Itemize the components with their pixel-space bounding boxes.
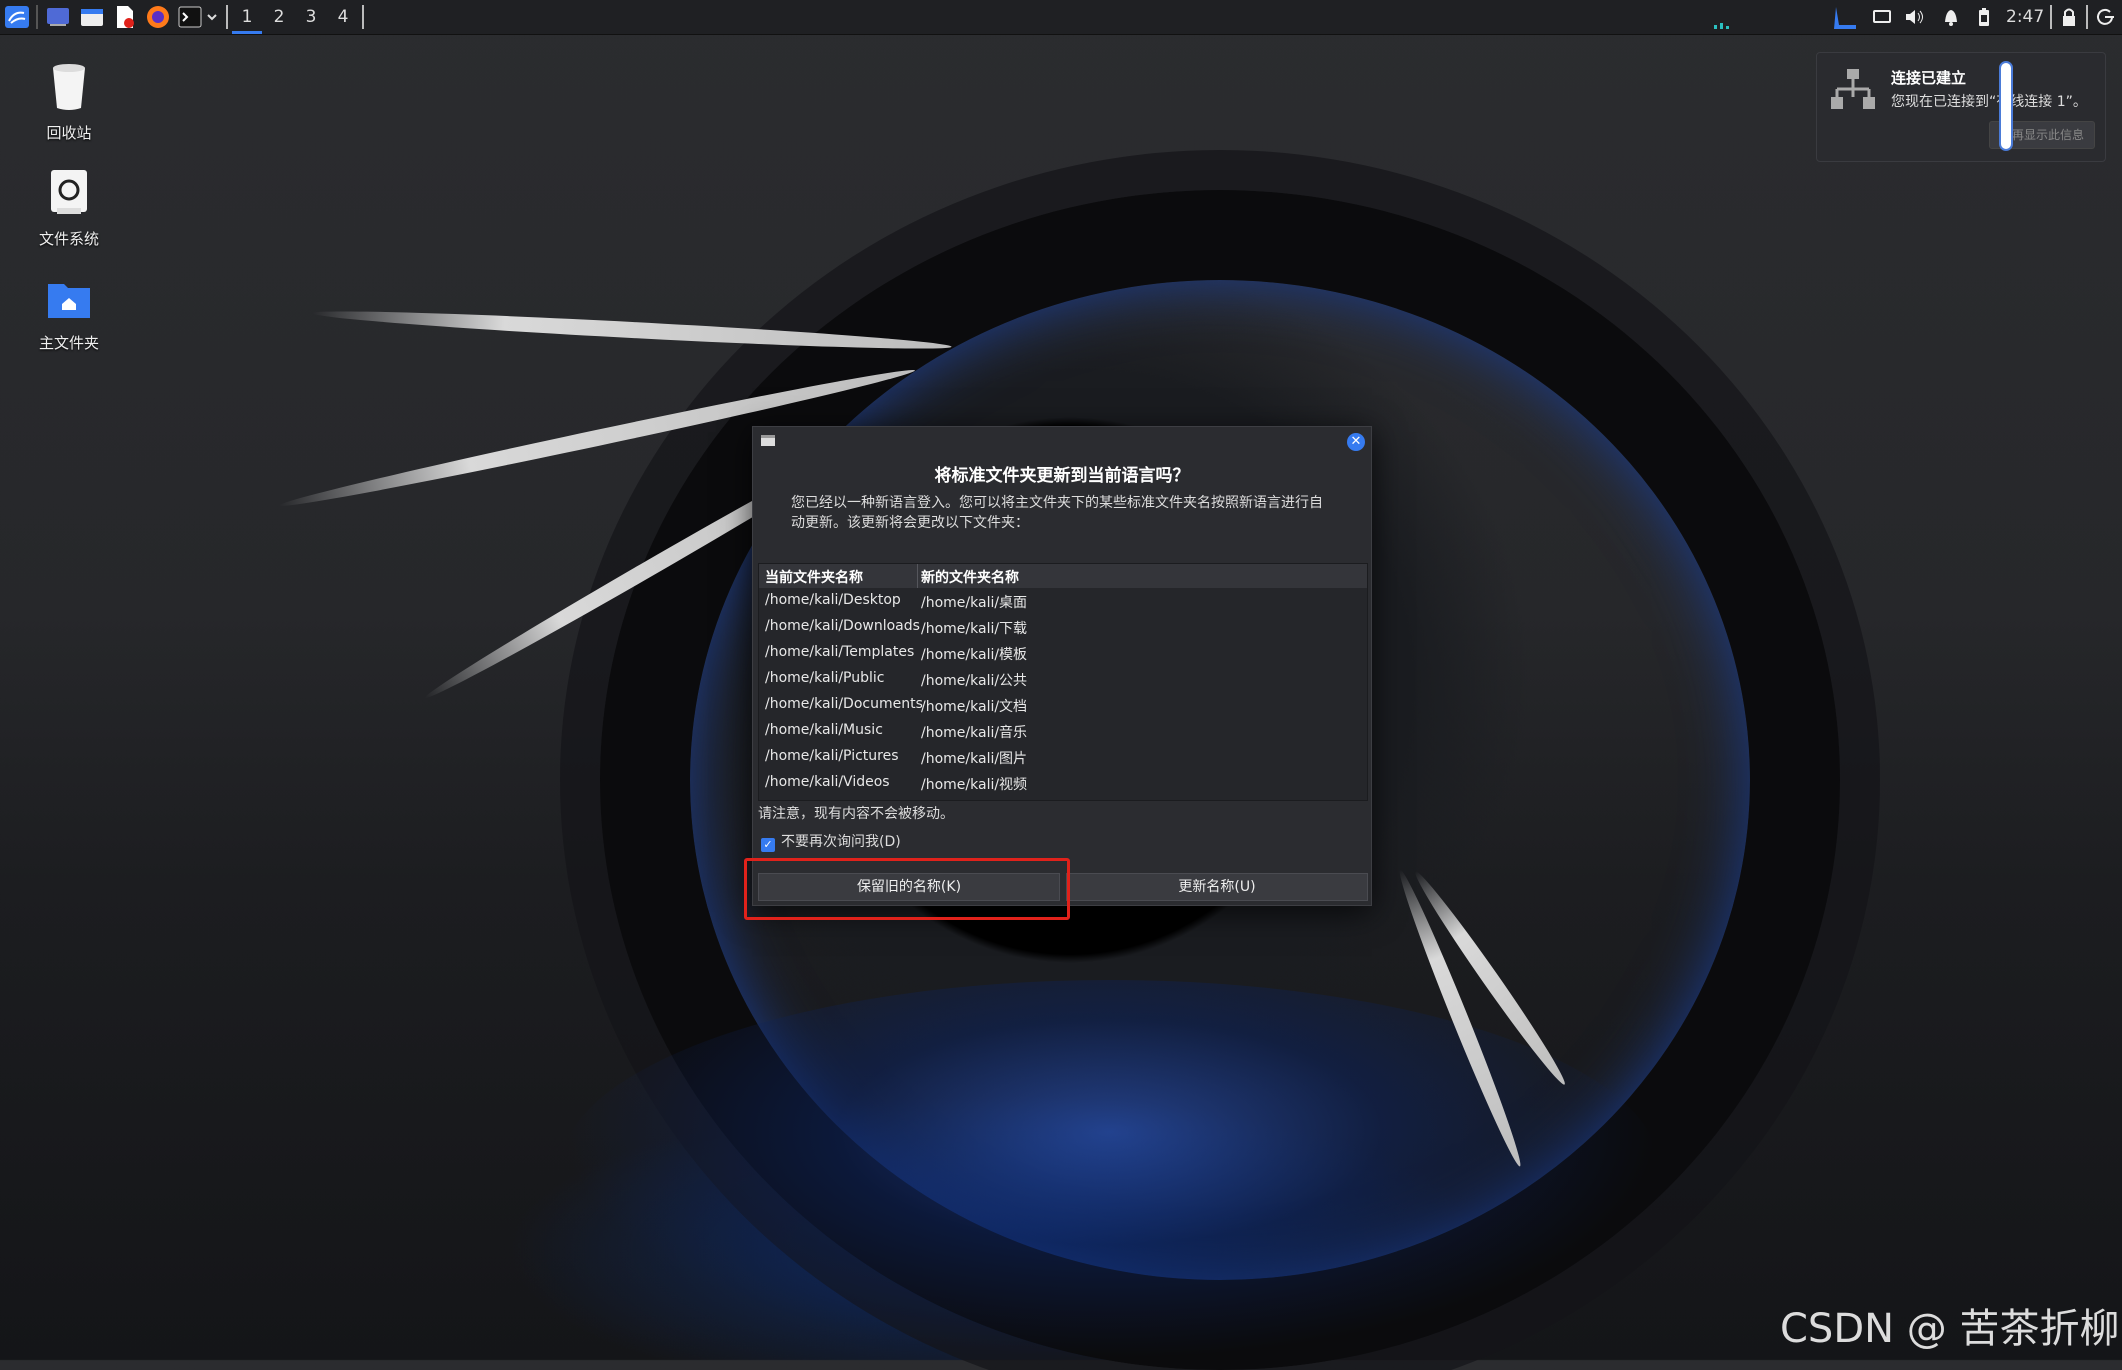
current-name-cell: /home/kali/Pictures	[765, 748, 899, 764]
dont-ask-again-label: 不要再次询问我(D)	[781, 834, 901, 850]
workspace-4[interactable]: 4	[328, 0, 358, 34]
current-name-cell: /home/kali/Videos	[765, 774, 890, 790]
clock[interactable]: 2:47	[2006, 0, 2044, 34]
new-name-cell: /home/kali/文档	[921, 699, 1028, 715]
panel-separator	[226, 5, 228, 29]
workspace-2[interactable]: 2	[264, 0, 294, 34]
current-name-cell: /home/kali/Public	[765, 670, 885, 686]
bell-icon[interactable]	[1942, 5, 1960, 29]
panel-separator	[2086, 5, 2088, 29]
panel-separator	[36, 5, 38, 29]
table-row[interactable]: /home/kali/Templates /home/kali/模板	[759, 640, 1367, 666]
home-folder-icon	[48, 284, 90, 318]
highlight-box	[744, 858, 1070, 920]
workspace-1[interactable]: 1	[232, 0, 262, 34]
current-name-cell: /home/kali/Documents	[765, 696, 923, 712]
column-header-current[interactable]: 当前文件夹名称	[765, 567, 863, 587]
update-folders-dialog: ✕ 将标准文件夹更新到当前语言吗？ 您已经以一种新语言登入。您可以将主文件夹下的…	[752, 426, 1372, 906]
volume-icon[interactable]	[1904, 5, 1926, 29]
table-header: 当前文件夹名称 新的文件夹名称	[759, 564, 1367, 588]
folders-table: 当前文件夹名称 新的文件夹名称 /home/kali/Desktop /home…	[758, 563, 1368, 801]
dialog-note: 请注意，现有内容不会被移动。	[758, 806, 954, 822]
dialog-title: 将标准文件夹更新到当前语言吗？	[934, 466, 1190, 486]
column-header-new[interactable]: 新的文件夹名称	[921, 567, 1019, 587]
window-icon	[761, 435, 775, 446]
dialog-description: 您已经以一种新语言登入。您可以将主文件夹下的某些标准文件夹名按照新语言进行自动更…	[791, 495, 1323, 531]
table-row[interactable]: /home/kali/Desktop /home/kali/桌面	[759, 588, 1367, 614]
table-row[interactable]: /home/kali/Downloads /home/kali/下载	[759, 614, 1367, 640]
firefox-icon[interactable]	[146, 5, 170, 29]
battery-icon[interactable]	[1976, 5, 1992, 29]
chevron-down-icon[interactable]	[206, 5, 218, 29]
new-name-cell: /home/kali/下载	[921, 621, 1028, 637]
file-manager-icon[interactable]	[80, 5, 104, 29]
lock-icon[interactable]	[2060, 5, 2078, 29]
panel-separator	[2050, 5, 2052, 29]
cpu-graph-icon	[1714, 23, 1729, 29]
text-editor-icon[interactable]	[114, 5, 136, 29]
trash-label: 回收站	[46, 124, 92, 142]
power-icon[interactable]	[2094, 5, 2116, 29]
close-icon[interactable]: ✕	[1347, 433, 1365, 451]
checkbox-checked-icon[interactable]: ✓	[761, 838, 775, 852]
desktop-home-folder[interactable]: 主文件夹	[14, 278, 124, 353]
desktop-trash[interactable]: 回收站	[14, 60, 124, 143]
network-wired-icon	[1831, 69, 1875, 109]
wallpaper-water	[560, 980, 1660, 1360]
notification-scroll-indicator	[1999, 61, 2013, 151]
table-row[interactable]: /home/kali/Music /home/kali/音乐	[759, 718, 1367, 744]
panel-separator	[362, 5, 364, 29]
table-row[interactable]: /home/kali/Documents /home/kali/文档	[759, 692, 1367, 718]
kali-menu-icon[interactable]	[4, 5, 30, 29]
top-panel: 1 2 3 4 2:47	[0, 0, 2122, 35]
filesystem-label: 文件系统	[38, 230, 99, 248]
display-icon[interactable]	[1872, 5, 1892, 29]
notification-body: 您现在已连接到“有线连接 1”。	[1891, 94, 2087, 110]
table-row[interactable]: /home/kali/Pictures /home/kali/图片	[759, 744, 1367, 770]
workspace-3[interactable]: 3	[296, 0, 326, 34]
new-name-cell: /home/kali/音乐	[921, 725, 1028, 741]
network-icon[interactable]	[1832, 5, 1858, 29]
terminal-icon[interactable]	[178, 5, 202, 29]
new-name-cell: /home/kali/公共	[921, 673, 1028, 689]
update-names-button[interactable]: 更新名称(U)	[1066, 873, 1368, 901]
new-name-cell: /home/kali/图片	[921, 751, 1028, 767]
home-folder-label: 主文件夹	[38, 334, 99, 352]
notification-popup[interactable]: 连接已建立 您现在已连接到“有线连接 1”。 不再显示此信息	[1816, 52, 2106, 162]
new-name-cell: /home/kali/视频	[921, 777, 1028, 793]
watermark: CSDN @ 苦茶折柳	[1780, 1306, 2120, 1352]
current-name-cell: /home/kali/Templates	[765, 644, 915, 660]
desktop-icon[interactable]	[46, 5, 70, 29]
table-row[interactable]: /home/kali/Videos /home/kali/视频	[759, 770, 1367, 796]
filesystem-icon	[51, 170, 87, 214]
column-separator[interactable]	[917, 564, 918, 588]
current-name-cell: /home/kali/Downloads	[765, 618, 920, 634]
new-name-cell: /home/kali/桌面	[921, 595, 1028, 611]
dont-ask-again-checkbox[interactable]: ✓ 不要再次询问我(D)	[761, 831, 901, 852]
current-name-cell: /home/kali/Music	[765, 722, 883, 738]
table-row[interactable]: /home/kali/Public /home/kali/公共	[759, 666, 1367, 692]
current-name-cell: /home/kali/Desktop	[765, 592, 901, 608]
desktop-filesystem[interactable]: 文件系统	[14, 168, 124, 249]
trash-icon	[53, 64, 85, 110]
new-name-cell: /home/kali/模板	[921, 647, 1028, 663]
notification-title: 连接已建立	[1891, 69, 1967, 87]
